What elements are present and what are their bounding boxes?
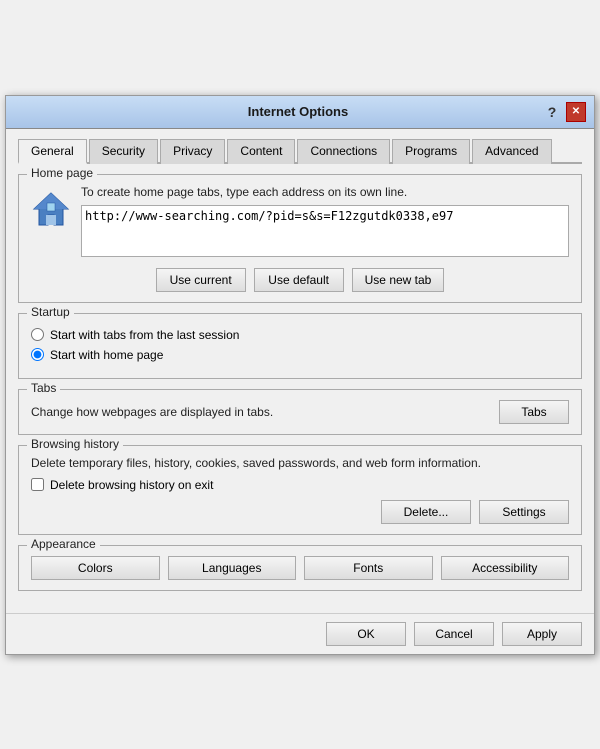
- delete-on-exit-label: Delete browsing history on exit: [50, 478, 213, 492]
- title-bar: Internet Options ? ✕: [6, 96, 594, 129]
- startup-option1-label: Start with tabs from the last session: [50, 328, 239, 342]
- history-buttons: Delete... Settings: [31, 500, 569, 524]
- browsing-history-group-label: Browsing history: [27, 437, 123, 451]
- dialog-title: Internet Options: [14, 104, 542, 119]
- apply-button[interactable]: Apply: [502, 622, 582, 646]
- tab-general[interactable]: General: [18, 139, 87, 164]
- ok-button[interactable]: OK: [326, 622, 406, 646]
- languages-button[interactable]: Languages: [168, 556, 297, 580]
- browsing-history-description: Delete temporary files, history, cookies…: [31, 456, 569, 470]
- cancel-button[interactable]: Cancel: [414, 622, 494, 646]
- tabs-section-group: Tabs Change how webpages are displayed i…: [18, 389, 582, 435]
- browsing-history-group: Browsing history Delete temporary files,…: [18, 445, 582, 535]
- tab-advanced[interactable]: Advanced: [472, 139, 551, 164]
- home-page-url-input[interactable]: http://www-searching.com/?pid=s&s=F12zgu…: [81, 205, 569, 257]
- home-page-description: To create home page tabs, type each addr…: [81, 185, 569, 199]
- startup-option2-label: Start with home page: [50, 348, 163, 362]
- startup-inner: Start with tabs from the last session St…: [31, 324, 569, 362]
- window-inner: General Security Privacy Content Connect…: [6, 129, 594, 654]
- startup-option2-row: Start with home page: [31, 348, 569, 362]
- appearance-group-label: Appearance: [27, 537, 100, 551]
- colors-button[interactable]: Colors: [31, 556, 160, 580]
- tabs-section-description: Change how webpages are displayed in tab…: [31, 405, 273, 419]
- home-page-right: To create home page tabs, type each addr…: [81, 185, 569, 260]
- use-new-tab-button[interactable]: Use new tab: [352, 268, 445, 292]
- home-page-inner: To create home page tabs, type each addr…: [31, 185, 569, 260]
- accessibility-button[interactable]: Accessibility: [441, 556, 570, 580]
- tab-content[interactable]: Content: [227, 139, 295, 164]
- close-button[interactable]: ✕: [566, 102, 586, 122]
- bottom-bar: OK Cancel Apply: [6, 613, 594, 654]
- startup-option2-radio[interactable]: [31, 348, 44, 361]
- appearance-buttons: Colors Languages Fonts Accessibility: [31, 556, 569, 580]
- tab-security[interactable]: Security: [89, 139, 158, 164]
- startup-group: Startup Start with tabs from the last se…: [18, 313, 582, 379]
- appearance-group: Appearance Colors Languages Fonts Access…: [18, 545, 582, 591]
- main-content: General Security Privacy Content Connect…: [6, 129, 594, 613]
- help-button[interactable]: ?: [542, 102, 562, 122]
- use-default-button[interactable]: Use default: [254, 268, 344, 292]
- delete-button[interactable]: Delete...: [381, 500, 471, 524]
- tabs-section-group-label: Tabs: [27, 381, 60, 395]
- startup-group-label: Startup: [27, 305, 74, 319]
- tab-programs[interactable]: Programs: [392, 139, 470, 164]
- tab-bar: General Security Privacy Content Connect…: [18, 137, 582, 164]
- tab-privacy[interactable]: Privacy: [160, 139, 225, 164]
- home-page-group-label: Home page: [27, 166, 97, 180]
- house-icon: [31, 189, 71, 229]
- tabs-button[interactable]: Tabs: [499, 400, 569, 424]
- startup-option1-row: Start with tabs from the last session: [31, 328, 569, 342]
- delete-on-exit-checkbox[interactable]: [31, 478, 44, 491]
- tabs-section-inner: Change how webpages are displayed in tab…: [31, 400, 569, 424]
- startup-option1-radio[interactable]: [31, 328, 44, 341]
- settings-button[interactable]: Settings: [479, 500, 569, 524]
- home-page-group: Home page To create home page tabs, type…: [18, 174, 582, 303]
- internet-options-dialog: Internet Options ? ✕ General Security Pr…: [5, 95, 595, 655]
- fonts-button[interactable]: Fonts: [304, 556, 433, 580]
- tab-connections[interactable]: Connections: [297, 139, 390, 164]
- use-current-button[interactable]: Use current: [156, 268, 246, 292]
- title-bar-controls: ? ✕: [542, 102, 586, 122]
- home-page-buttons: Use current Use default Use new tab: [31, 268, 569, 292]
- delete-on-exit-row: Delete browsing history on exit: [31, 478, 569, 492]
